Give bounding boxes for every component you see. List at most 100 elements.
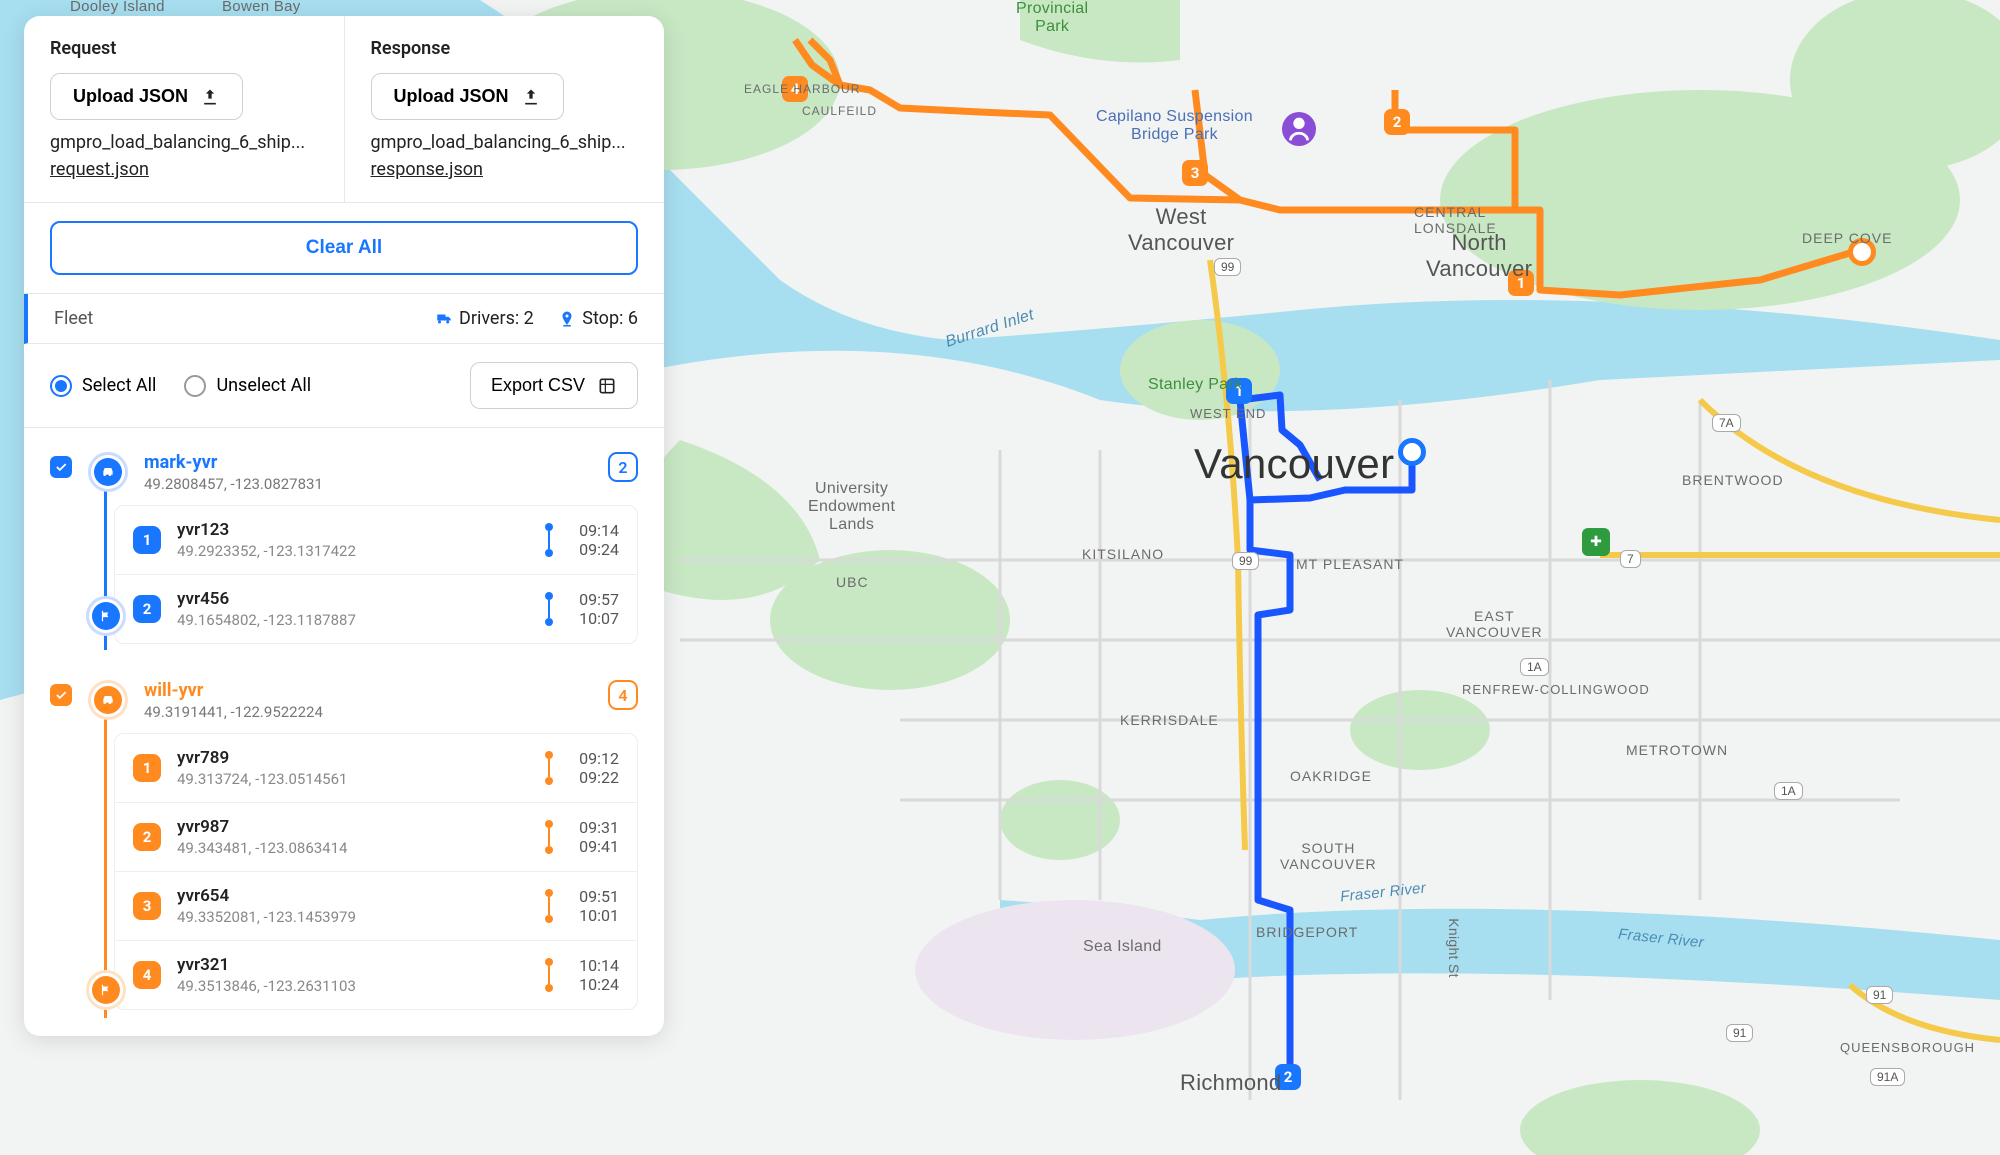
stop-coords: 49.2923352, -123.1317422: [177, 542, 529, 560]
export-csv-button[interactable]: Export CSV: [470, 362, 638, 409]
flag-icon: [99, 609, 113, 623]
clear-row: Clear All: [24, 203, 664, 294]
time-range-icon: [545, 592, 553, 626]
label-sea-island: Sea Island: [1083, 938, 1162, 956]
unselect-all-radio[interactable]: Unselect All: [184, 375, 311, 397]
driver-name[interactable]: mark-yvr: [144, 452, 592, 473]
stop-row[interactable]: 1 yvr789 49.313724, -123.0514561 09:12 0…: [115, 734, 637, 802]
label-west-vancouver: West Vancouver: [1128, 204, 1234, 256]
stop-row[interactable]: 4 yvr321 49.3513846, -123.2631103 10:14 …: [115, 940, 637, 1009]
stop-number: 1: [133, 526, 161, 554]
label-east-vancouver: EAST VANCOUVER: [1446, 608, 1543, 640]
map-pin-start-blue[interactable]: [1398, 438, 1426, 466]
label-bowen: Bowen Bay: [222, 0, 301, 15]
stop-row[interactable]: 2 yvr987 49.343481, -123.0863414 09:31 0…: [115, 802, 637, 871]
upload-icon: [200, 87, 220, 107]
response-column: Response Upload JSON gmpro_load_balancin…: [344, 16, 665, 202]
stops-count: Stop: 6: [556, 308, 638, 329]
road-badge: 1A: [1520, 658, 1549, 676]
time-range-icon: [545, 523, 553, 557]
label-eagle-harbour: EAGLE HARBOUR: [744, 82, 860, 96]
driver-stop-count: 4: [608, 680, 638, 710]
stops-list: 1 yvr789 49.313724, -123.0514561 09:12 0…: [114, 733, 638, 1010]
stop-number: 2: [133, 595, 161, 623]
upload-request-button[interactable]: Upload JSON: [50, 73, 243, 120]
label-south-vancouver: SOUTH VANCOUVER: [1280, 840, 1377, 872]
label-caulfeild: CAULFEILD: [802, 104, 877, 118]
response-link[interactable]: response.json: [371, 159, 483, 180]
select-all-radio[interactable]: Select All: [50, 375, 156, 397]
road-badge: 91A: [1870, 1068, 1905, 1086]
stop-id: yvr987: [177, 817, 529, 837]
flag-icon: [99, 983, 113, 997]
road-badge: 7: [1620, 550, 1641, 568]
stop-number: 3: [133, 892, 161, 920]
driver-start-icon: [88, 680, 128, 720]
label-mt-pleasant: MT PLEASANT: [1296, 556, 1404, 572]
stop-row[interactable]: 3 yvr654 49.3352081, -123.1453979 09:51 …: [115, 871, 637, 940]
response-title: Response: [371, 38, 639, 59]
time-range-icon: [545, 889, 553, 923]
road-badge: 99: [1214, 258, 1241, 276]
label-west-end: WEST END: [1190, 406, 1266, 421]
label-bridgeport: BRIDGEPORT: [1256, 924, 1358, 940]
stop-row[interactable]: 1 yvr123 49.2923352, -123.1317422 09:14 …: [115, 506, 637, 574]
response-filename: gmpro_load_balancing_6_ship...: [371, 132, 639, 153]
stop-coords: 49.343481, -123.0863414: [177, 839, 529, 857]
label-capilano: Capilano Suspension Bridge Park: [1096, 108, 1253, 144]
stop-coords: 49.3352081, -123.1453979: [177, 908, 529, 926]
map-marker-orange-2[interactable]: 2: [1384, 109, 1410, 135]
label-deep-cove: DEEP COVE: [1802, 230, 1892, 246]
driver-stop-count: 2: [608, 452, 638, 482]
clear-all-button[interactable]: Clear All: [50, 221, 638, 275]
fleet-title: Fleet: [54, 308, 93, 329]
radio-icon: [184, 375, 206, 397]
label-oakridge: OAKRIDGE: [1290, 768, 1372, 784]
poi-capilano-icon[interactable]: [1282, 112, 1316, 146]
upload-icon: [521, 87, 541, 107]
label-provincial-park: Provincial Park: [1016, 0, 1088, 36]
label-central-lonsdale: CENTRAL LONSDALE: [1414, 204, 1497, 236]
driver-checkbox[interactable]: [50, 456, 72, 478]
label-kerrisdale: KERRISDALE: [1120, 712, 1219, 728]
stop-coords: 49.3513846, -123.2631103: [177, 977, 529, 995]
stop-times: 09:31 09:41: [579, 818, 619, 856]
fleet-header: Fleet Drivers: 2 Stop: 6: [24, 294, 664, 344]
driver-checkbox[interactable]: [50, 684, 72, 706]
map-marker-orange-3[interactable]: 3: [1182, 160, 1208, 186]
label-brentwood: BRENTWOOD: [1682, 472, 1784, 488]
drivers-list: mark-yvr 49.2808457, -123.0827831 2 1 yv…: [24, 428, 664, 1036]
driver-coords: 49.2808457, -123.0827831: [144, 475, 592, 493]
label-renfrew: RENFREW-COLLINGWOOD: [1462, 682, 1650, 697]
stop-row[interactable]: 2 yvr456 49.1654802, -123.1187887 09:57 …: [115, 574, 637, 643]
request-filename: gmpro_load_balancing_6_ship...: [50, 132, 318, 153]
stop-coords: 49.1654802, -123.1187887: [177, 611, 529, 629]
label-queensborough: QUEENSBOROUGH: [1840, 1040, 1975, 1055]
label-stanley-park: Stanley Park: [1148, 376, 1242, 394]
drivers-count: Drivers: 2: [433, 308, 534, 329]
control-panel: Request Upload JSON gmpro_load_balancing…: [24, 16, 664, 1036]
upload-request-label: Upload JSON: [73, 86, 188, 107]
stop-times: 09:57 10:07: [579, 590, 619, 628]
request-link[interactable]: request.json: [50, 159, 149, 180]
stop-id: yvr789: [177, 748, 529, 768]
truck-icon: [433, 310, 455, 328]
driver-start-icon: [88, 452, 128, 492]
label-metrotown: METROTOWN: [1626, 742, 1728, 758]
label-vancouver: Vancouver: [1194, 440, 1394, 488]
time-range-icon: [545, 820, 553, 854]
csv-icon: [597, 376, 617, 396]
driver-name[interactable]: will-yvr: [144, 680, 592, 701]
upload-response-button[interactable]: Upload JSON: [371, 73, 564, 120]
label-north-vancouver: North Vancouver: [1426, 230, 1532, 282]
car-icon: [100, 692, 116, 708]
stop-number: 1: [133, 754, 161, 782]
road-badge: 91: [1866, 986, 1893, 1004]
stop-times: 10:14 10:24: [579, 956, 619, 994]
stop-id: yvr321: [177, 955, 529, 975]
pin-icon: [556, 310, 578, 328]
driver-block-mark: mark-yvr 49.2808457, -123.0827831 2 1 yv…: [24, 440, 664, 650]
driver-block-will: will-yvr 49.3191441, -122.9522224 4 1 yv…: [24, 668, 664, 1016]
road-badge: 1A: [1774, 782, 1803, 800]
stop-times: 09:14 09:24: [579, 521, 619, 559]
